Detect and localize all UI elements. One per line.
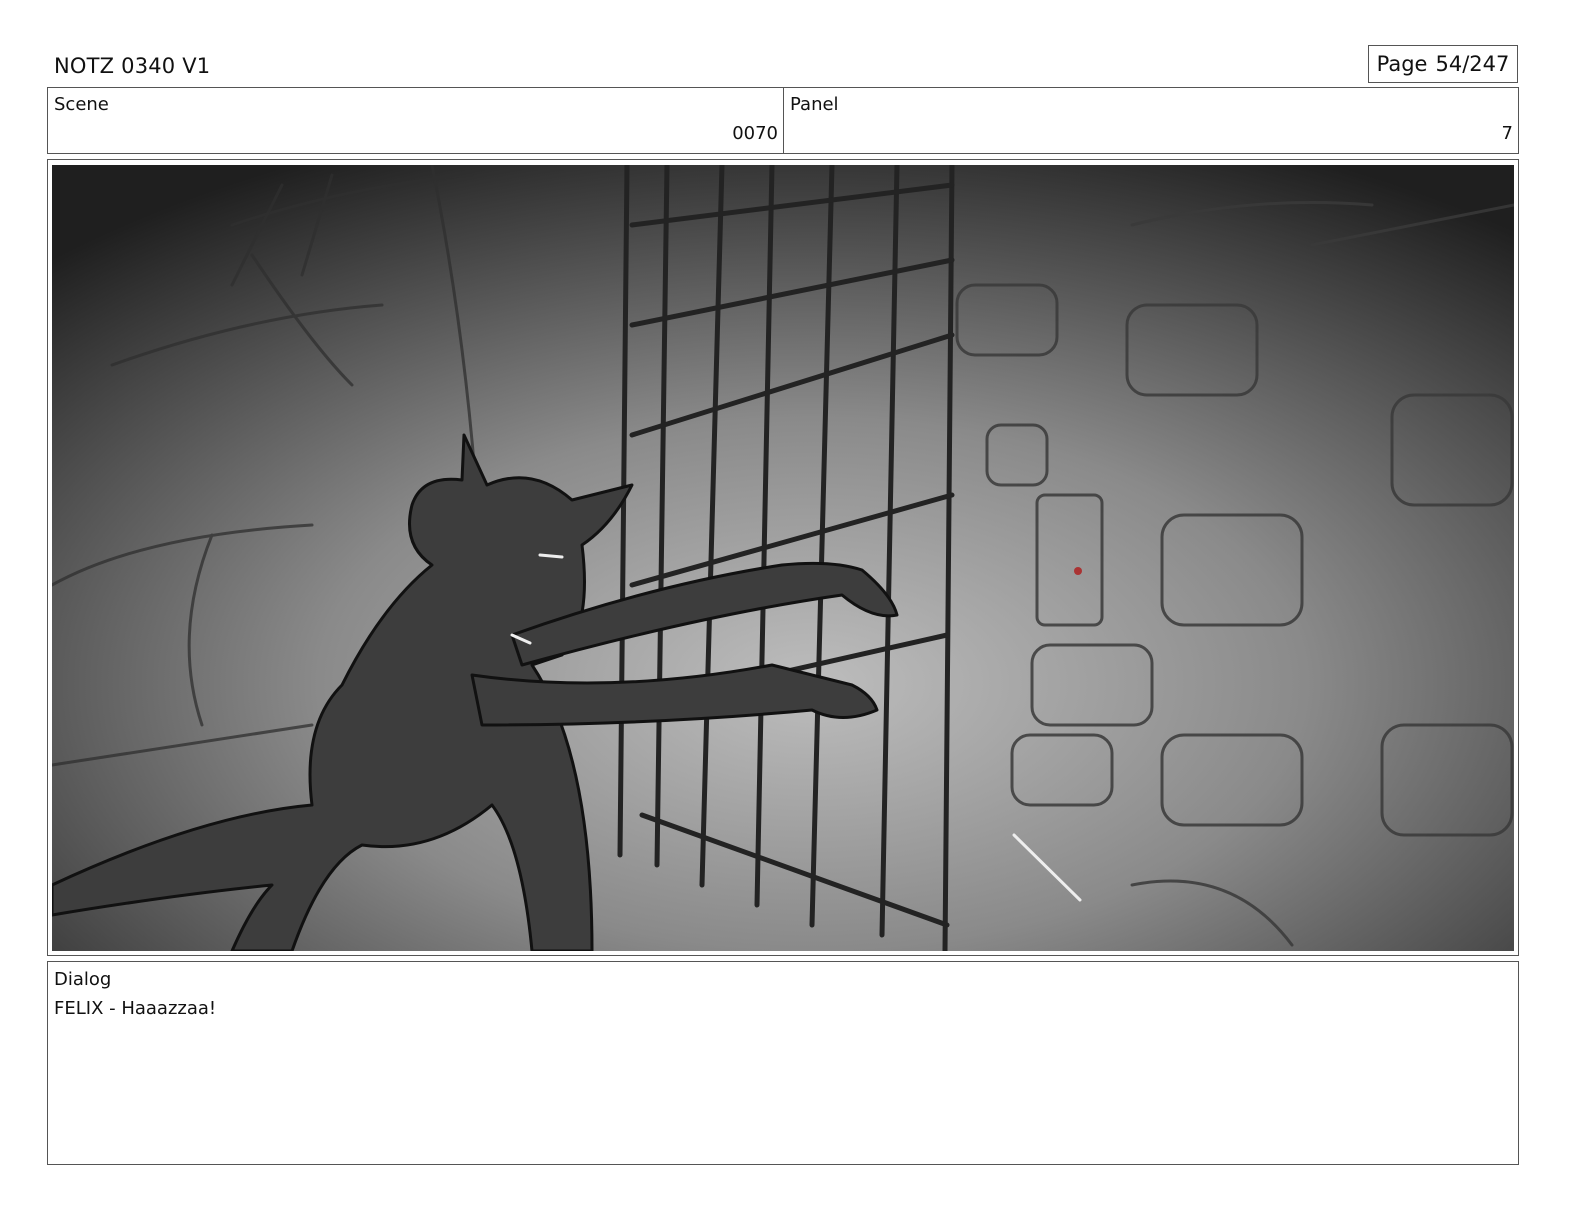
scene-label: Scene xyxy=(54,94,109,115)
page-indicator: Page 54/247 xyxy=(1368,45,1518,83)
dialog-label: Dialog xyxy=(54,969,112,990)
page-number: 54/247 xyxy=(1435,52,1510,76)
dialog-text: FELIX - Haaazzaa! xyxy=(54,998,217,1019)
dialog-box: Dialog FELIX - Haaazzaa! xyxy=(47,961,1519,1165)
storyboard-sketch-image xyxy=(52,165,1514,951)
scene-panel-row: Scene 0070 Panel 7 xyxy=(47,87,1519,154)
document-title: NOTZ 0340 V1 xyxy=(54,54,211,78)
panel-label: Panel xyxy=(790,94,839,115)
scene-number: 0070 xyxy=(732,123,778,144)
storyboard-frame xyxy=(47,159,1519,956)
panel-cell: Panel 7 xyxy=(784,88,1518,153)
scene-cell: Scene 0070 xyxy=(48,88,784,153)
page-label: Page xyxy=(1376,52,1428,76)
panel-number: 7 xyxy=(1501,123,1513,144)
